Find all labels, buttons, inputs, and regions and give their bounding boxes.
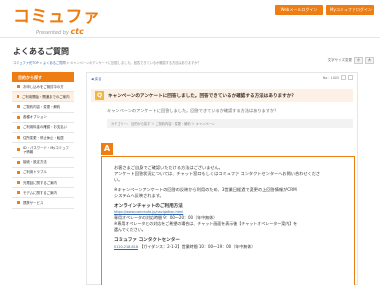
- bullet-icon: [17, 85, 20, 89]
- sidebar-item-options[interactable]: 各種オプション: [12, 113, 74, 123]
- sidebar-item-modem[interactable]: モデムに関するご案内: [12, 188, 74, 199]
- sidebar-item-label: 住所変更・停止休止・転居: [23, 135, 64, 140]
- bullet-icon: [17, 191, 20, 195]
- q-badge-icon: Q: [95, 91, 104, 100]
- faq-number: No：1005: [322, 76, 339, 80]
- breadcrumb: コミュファ光TOP > よくあるご質問 > キャンペーンのアンケートに回答しまし…: [13, 60, 273, 65]
- site-header: コミュファ Presented by ctc Webメールログイン Myコミュフ…: [0, 0, 380, 38]
- back-label: 戻る: [94, 77, 102, 81]
- question-detail: キャンペーンのアンケートに回答しました。回答できているか確認する方法はありますか…: [107, 108, 279, 113]
- sidebar-item-billing[interactable]: ご利用料金の確認・お支払い: [12, 123, 74, 133]
- commufa-logo[interactable]: コミュファ: [13, 8, 101, 26]
- sidebar-item-label: ご利用開始・開通までのご案内: [22, 94, 70, 99]
- share-icon[interactable]: [348, 75, 353, 80]
- sidebar-item-label: モデムに関するご案内: [23, 190, 57, 195]
- header-links: Webメールログイン Myコミュファログイン: [275, 5, 374, 15]
- sidebar: 目的から探す お申し込みをご検討中の方 ご利用開始・開通までのご案内 ご契約内容…: [12, 72, 74, 209]
- sidebar-item-label: 光電話に関するご案内: [23, 180, 57, 185]
- bullet-icon: [17, 201, 20, 205]
- sidebar-item-label: お申し込みをご検討中の方: [23, 84, 64, 89]
- contact-center-hours: 【ガイダンス：2-1-2】営業時間 10：00〜19：00（年中無休）: [139, 244, 256, 249]
- breadcrumb-home[interactable]: コミュファ光TOP: [13, 61, 39, 65]
- contact-center-title: コミュファ コンタクトセンター: [114, 238, 180, 243]
- question-box: Q キャンペーンのアンケートに回答しました。回答できているか確認する方法はありま…: [91, 89, 353, 102]
- text-size-label: 文字サイズ変更: [327, 58, 352, 62]
- faq-meta: No：1005: [323, 75, 353, 80]
- sidebar-item-phone[interactable]: 光電話に関するご案内: [12, 178, 74, 189]
- back-link[interactable]: ◀ 戻る: [91, 76, 101, 81]
- sidebar-item-label: ID・パスワード・Myコミュファ情報: [23, 145, 69, 154]
- webmail-login-button[interactable]: Webメールログイン: [275, 5, 323, 15]
- logo-tagline: Presented by ctc: [36, 27, 84, 36]
- answer-line: アンケート回答状況については、チャット窓口もしくはコミュファ コンタクトセンター…: [114, 171, 321, 176]
- text-size-small-button[interactable]: 小: [354, 57, 363, 64]
- sidebar-item-id-password[interactable]: ID・パスワード・Myコミュファ情報: [12, 143, 74, 158]
- bullet-icon: [17, 125, 20, 129]
- sidebar-item-label: ご利用トラブル: [23, 170, 47, 175]
- sidebar-item-label: ご契約内容・変更・解約: [23, 104, 61, 109]
- logo-brand: ctc: [70, 27, 84, 36]
- sidebar-item-partner[interactable]: 提携サービス: [12, 198, 74, 209]
- page-title: よくあるご質問: [13, 47, 69, 56]
- print-icon[interactable]: [341, 75, 346, 80]
- bullet-icon: [17, 105, 20, 109]
- breadcrumb-current: キャンペーンのアンケートに回答しました。回答できているか確認する方法はありますか…: [70, 61, 201, 65]
- bullet-icon: [17, 160, 20, 164]
- bullet-icon: [17, 148, 20, 152]
- answer-box: お客さまご自身でご確認いただける方法はございません。 アンケート回答状況について…: [101, 156, 355, 285]
- sidebar-item-contract[interactable]: ご契約内容・変更・解約: [12, 102, 74, 113]
- bullet-icon: [17, 170, 20, 174]
- sidebar-item-trouble[interactable]: ご利用トラブル: [12, 168, 74, 178]
- question-title: キャンペーンのアンケートに回答しました。回答できているか確認する方法はありますか…: [108, 93, 296, 99]
- sidebar-item-label: 各種オプション: [23, 115, 47, 120]
- contact-center-tel[interactable]: 0120-218-818: [114, 245, 138, 249]
- logo-sub-text: Presented by: [36, 30, 69, 36]
- sidebar-item-start-guide[interactable]: ご利用開始・開通までのご案内: [12, 92, 74, 103]
- mycommufa-login-button[interactable]: Myコミュファログイン: [326, 5, 374, 15]
- sidebar-item-consider[interactable]: お申し込みをご検討中の方: [12, 82, 74, 93]
- bullet-icon: [17, 136, 20, 140]
- sidebar-heading: 目的から探す: [12, 72, 74, 82]
- chat-title: オンラインチャットのご利用方法: [114, 204, 183, 209]
- breadcrumb-faq[interactable]: よくあるご質問: [43, 61, 65, 65]
- bullet-icon: [17, 115, 20, 119]
- bullet-icon: [17, 95, 19, 99]
- a-badge-icon: A: [101, 143, 113, 155]
- sidebar-item-moving[interactable]: 住所変更・停止休止・転居: [12, 133, 74, 144]
- text-size-control: 文字サイズ変更 小 大: [328, 57, 374, 64]
- faq-content: ◀ 戻る No：1005 Q キャンペーンのアンケートに回答しました。回答できて…: [86, 72, 358, 285]
- sidebar-item-label: 接続・設定方法: [23, 160, 47, 165]
- category-path: カテゴリー： 目的から探す ＞ ご契約内容・変更・解約 ＞ キャンペーン: [107, 119, 353, 128]
- sidebar-item-setup[interactable]: 接続・設定方法: [12, 158, 74, 168]
- sidebar-item-label: ご利用料金の確認・お支払い: [23, 125, 68, 130]
- contact-center-info: 0120-218-818 【ガイダンス：2-1-2】営業時間 10：00〜19：…: [114, 244, 342, 250]
- text-size-large-button[interactable]: 大: [365, 57, 374, 64]
- sidebar-item-label: 提携サービス: [23, 200, 44, 205]
- bullet-icon: [17, 181, 20, 185]
